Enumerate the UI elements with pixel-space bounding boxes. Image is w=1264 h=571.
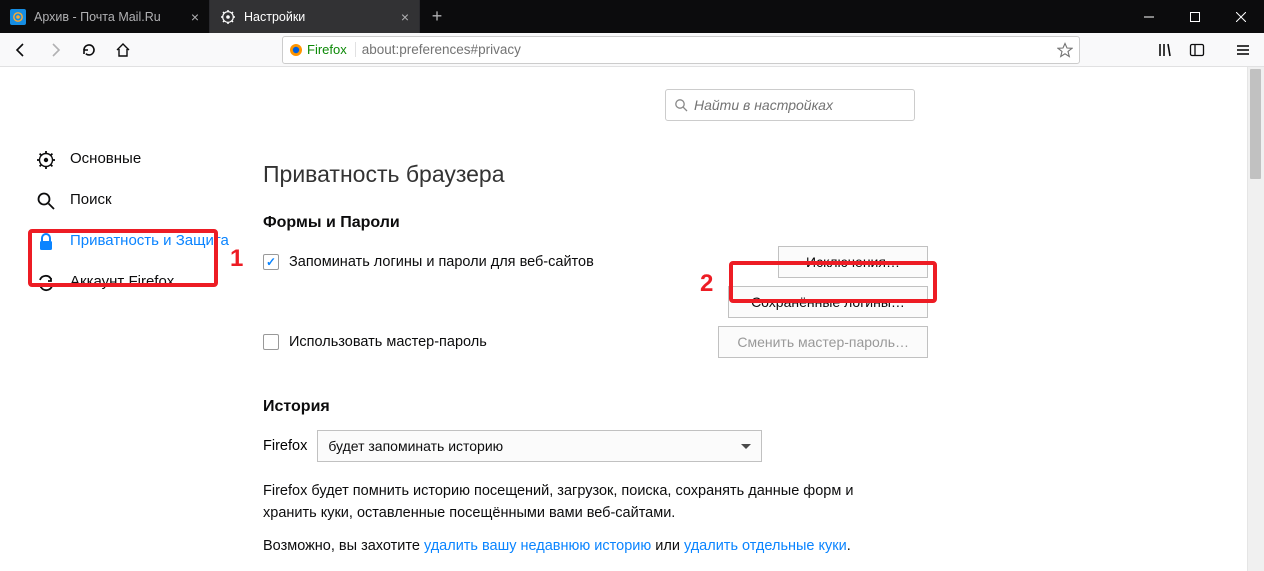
use-master-password-checkbox[interactable] (263, 334, 279, 350)
new-tab-button[interactable]: + (420, 0, 454, 33)
search-placeholder: Найти в настройках (694, 97, 833, 113)
lock-icon (36, 232, 56, 252)
sidebar-item-label: Аккаунт Firefox (70, 272, 174, 292)
tab-label: Настройки (244, 10, 393, 24)
remember-logins-label: Запоминать логины и пароли для веб-сайто… (289, 254, 594, 270)
exceptions-button[interactable]: Исключения… (778, 246, 928, 278)
history-section-title: История (263, 398, 1195, 416)
tab-settings[interactable]: Настройки × (210, 0, 420, 33)
sidebar-item-label: Приватность и Защита (70, 231, 229, 251)
sync-icon (36, 273, 56, 293)
use-master-password-label: Использовать мастер-пароль (289, 334, 487, 350)
tab-mailru[interactable]: Архив - Почта Mail.Ru × (0, 0, 210, 33)
home-button[interactable] (108, 35, 138, 65)
search-icon (36, 191, 56, 211)
library-button[interactable] (1150, 35, 1180, 65)
sidebar-item-label: Основные (70, 149, 141, 169)
settings-sidebar: Основные Поиск Приватность и Защита Акка… (0, 67, 235, 571)
back-button[interactable] (6, 35, 36, 65)
sidebar-item-label: Поиск (70, 190, 112, 210)
gear-icon (36, 150, 56, 170)
change-master-password-button: Сменить мастер-пароль… (718, 326, 928, 358)
gear-icon (220, 9, 236, 25)
tab-label: Архив - Почта Mail.Ru (34, 10, 183, 24)
forms-section-title: Формы и Пароли (263, 214, 1195, 232)
sidebar-item-general[interactable]: Основные (30, 139, 235, 180)
reload-button[interactable] (74, 35, 104, 65)
vertical-scrollbar[interactable] (1247, 67, 1264, 571)
url-bar[interactable]: Firefox about:preferences#privacy (282, 36, 1080, 64)
settings-main: Найти в настройках Приватность браузера … (235, 67, 1235, 571)
remove-cookies-link[interactable]: удалить отдельные куки (684, 538, 847, 554)
scrollbar-thumb[interactable] (1250, 69, 1261, 179)
history-links-paragraph: Возможно, вы захотите удалить вашу недав… (263, 535, 903, 557)
forward-button[interactable] (40, 35, 70, 65)
maximize-button[interactable] (1172, 0, 1218, 33)
close-window-button[interactable] (1218, 0, 1264, 33)
sidebar-item-privacy[interactable]: Приватность и Защита (30, 221, 235, 262)
sidebar-toggle-button[interactable] (1182, 35, 1212, 65)
history-firefox-label: Firefox (263, 438, 307, 454)
close-icon[interactable]: × (191, 9, 199, 25)
search-icon (674, 98, 688, 112)
content-area: Основные Поиск Приватность и Защита Акка… (0, 67, 1264, 571)
firefox-icon (289, 43, 303, 57)
sidebar-item-search[interactable]: Поиск (30, 180, 235, 221)
remember-logins-checkbox[interactable] (263, 254, 279, 270)
identity-box[interactable]: Firefox (289, 42, 356, 57)
mailru-favicon-icon (10, 9, 26, 25)
tab-bar: Архив - Почта Mail.Ru × Настройки × + (0, 0, 1264, 33)
identity-label: Firefox (307, 42, 347, 57)
history-description: Firefox будет помнить историю посещений,… (263, 480, 903, 525)
close-icon[interactable]: × (401, 9, 409, 25)
url-text: about:preferences#privacy (362, 42, 1051, 57)
app-menu-button[interactable] (1228, 35, 1258, 65)
page-title: Приватность браузера (263, 161, 1195, 188)
settings-search[interactable]: Найти в настройках (665, 89, 915, 121)
bookmark-star-icon[interactable] (1057, 42, 1073, 58)
saved-logins-button[interactable]: Сохранённые логины… (728, 286, 928, 318)
sidebar-item-account[interactable]: Аккаунт Firefox (30, 262, 235, 303)
window-controls (1126, 0, 1264, 33)
minimize-button[interactable] (1126, 0, 1172, 33)
history-mode-select[interactable]: будет запоминать историю (317, 430, 762, 462)
clear-recent-history-link[interactable]: удалить вашу недавнюю историю (424, 538, 651, 554)
toolbar: Firefox about:preferences#privacy (0, 33, 1264, 67)
history-select-value: будет запоминать историю (328, 438, 503, 454)
